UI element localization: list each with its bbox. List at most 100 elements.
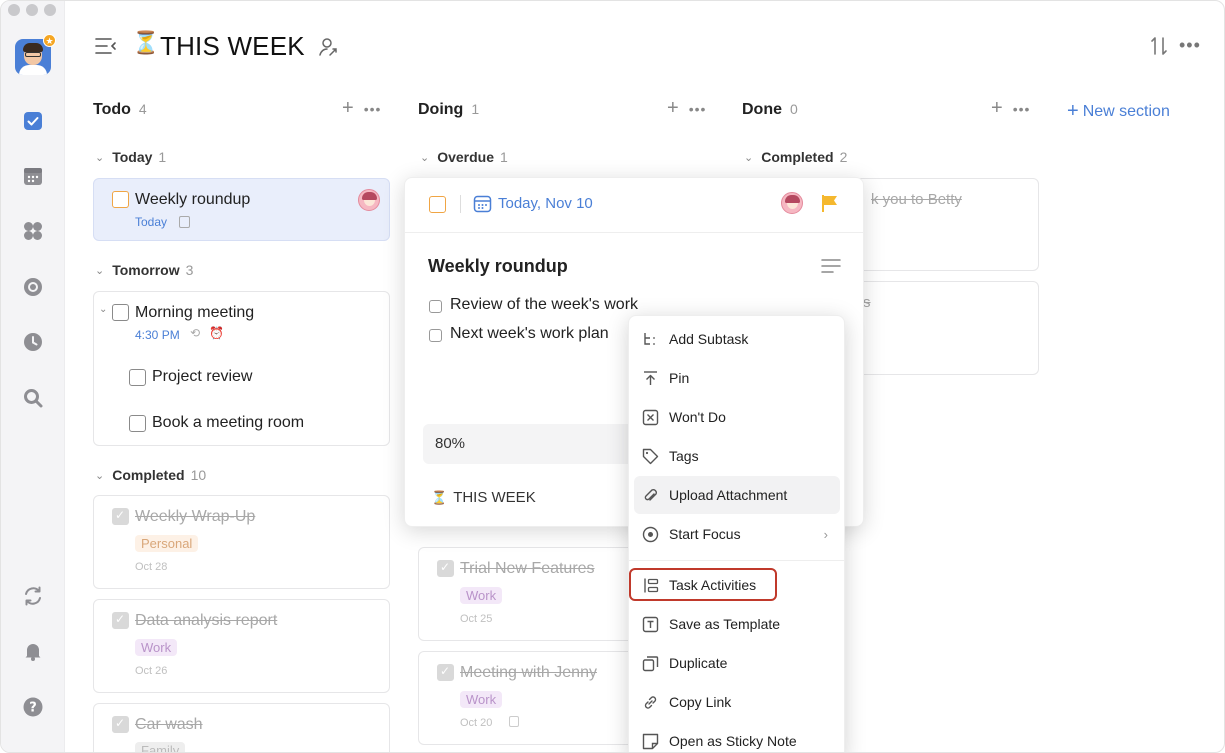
column-more-icon[interactable]: ••• bbox=[1013, 101, 1031, 117]
task-title: Meeting with Jenny bbox=[460, 664, 597, 681]
group-completed-header[interactable]: ⌄ Completed 2 bbox=[744, 149, 847, 165]
app-window: ★ ? ⏳ THIS WEEK ••• Todo 4 + ••• Doing 1… bbox=[0, 0, 1225, 753]
add-task-icon[interactable]: + bbox=[991, 97, 1003, 120]
add-task-icon[interactable]: + bbox=[342, 97, 354, 120]
minimize-window-button[interactable] bbox=[26, 4, 38, 16]
habit-clock-icon[interactable] bbox=[21, 330, 45, 354]
task-tag[interactable]: Work bbox=[135, 639, 178, 656]
subtask-title[interactable]: Next week's work plan bbox=[450, 325, 609, 343]
task-tag[interactable]: Work bbox=[460, 691, 503, 708]
task-context-menu: Add Subtask Pin Won't Do Tags Upload Att… bbox=[628, 315, 845, 752]
column-todo-actions: + ••• bbox=[342, 97, 381, 120]
chevron-down-icon: ⌄ bbox=[744, 152, 754, 164]
task-title: s bbox=[863, 294, 871, 311]
chevron-down-icon: ⌄ bbox=[95, 152, 105, 164]
due-date-button[interactable]: Today, Nov 10 bbox=[498, 195, 593, 212]
chevron-down-icon[interactable]: ⌄ bbox=[99, 304, 107, 315]
group-completed-header[interactable]: ⌄ Completed 10 bbox=[95, 467, 206, 483]
menu-item-save-as-template[interactable]: Save as Template bbox=[634, 605, 840, 643]
task-tag[interactable]: Personal bbox=[135, 535, 199, 552]
task-checkbox[interactable] bbox=[112, 304, 129, 321]
subtask-checkbox[interactable] bbox=[429, 300, 442, 313]
task-checkbox[interactable] bbox=[112, 191, 129, 208]
menu-item-open-as-sticky-note[interactable]: Open as Sticky Note bbox=[634, 722, 840, 752]
menu-item-upload-attachment[interactable]: Upload Attachment bbox=[634, 476, 840, 514]
column-more-icon[interactable]: ••• bbox=[364, 101, 382, 117]
pin-icon bbox=[640, 368, 660, 388]
menu-item-wont-do[interactable]: Won't Do bbox=[634, 398, 840, 436]
task-checkbox[interactable] bbox=[112, 508, 129, 525]
zoom-window-button[interactable] bbox=[44, 4, 56, 16]
subtask-title[interactable]: Review of the week's work bbox=[450, 296, 638, 314]
task-card-weekly-roundup[interactable]: Weekly roundup Today bbox=[93, 178, 390, 241]
close-window-button[interactable] bbox=[8, 4, 20, 16]
alarm-icon: ⏰ bbox=[209, 326, 224, 340]
sidebar: ★ ? bbox=[1, 1, 65, 752]
matrix-icon[interactable] bbox=[21, 219, 45, 243]
task-checkbox-icon[interactable] bbox=[21, 109, 45, 133]
assignee-avatar[interactable] bbox=[781, 192, 803, 214]
task-checkbox[interactable] bbox=[437, 560, 454, 577]
task-detail-title[interactable]: Weekly roundup bbox=[428, 256, 568, 277]
description-icon[interactable] bbox=[821, 258, 841, 274]
task-date: Oct 28 bbox=[135, 561, 168, 573]
subtask-checkbox[interactable] bbox=[429, 329, 442, 342]
column-more-icon[interactable]: ••• bbox=[689, 101, 707, 117]
task-checkbox[interactable] bbox=[437, 664, 454, 681]
wont-do-icon bbox=[640, 407, 660, 427]
assignee-avatar[interactable] bbox=[358, 189, 380, 211]
chevron-right-icon: › bbox=[823, 526, 828, 542]
progress-value: 80% bbox=[435, 435, 466, 452]
help-icon[interactable]: ? bbox=[21, 695, 45, 719]
task-card-completed[interactable]: Data analysis report Work Oct 26 bbox=[93, 599, 390, 693]
task-tag[interactable]: Family bbox=[135, 742, 186, 752]
task-title: Data analysis report bbox=[135, 612, 278, 629]
task-checkbox[interactable] bbox=[112, 612, 129, 629]
task-tag[interactable]: Work bbox=[460, 587, 503, 604]
task-title: k you to Betty bbox=[871, 191, 962, 208]
group-today-header[interactable]: ⌄ Today 1 bbox=[95, 149, 166, 165]
more-options-icon[interactable]: ••• bbox=[1179, 35, 1201, 56]
group-tomorrow-header[interactable]: ⌄ Tomorrow 3 bbox=[95, 262, 193, 278]
menu-item-start-focus[interactable]: Start Focus › bbox=[634, 515, 840, 553]
duplicate-icon bbox=[640, 653, 660, 673]
search-icon[interactable] bbox=[21, 386, 45, 410]
task-title: Trial New Features bbox=[460, 560, 595, 577]
link-icon bbox=[640, 692, 660, 712]
task-time: 4:30 PM bbox=[135, 328, 180, 342]
task-checkbox[interactable] bbox=[429, 196, 446, 213]
task-card-completed[interactable]: Car wash Family bbox=[93, 703, 390, 752]
task-title: Weekly roundup bbox=[135, 191, 251, 208]
priority-flag-icon[interactable] bbox=[820, 193, 840, 213]
sync-icon[interactable] bbox=[21, 584, 45, 608]
menu-item-duplicate[interactable]: Duplicate bbox=[634, 644, 840, 682]
group-overdue-header[interactable]: ⌄ Overdue 1 bbox=[420, 149, 508, 165]
sort-icon[interactable] bbox=[1149, 35, 1169, 57]
calendar-icon[interactable] bbox=[473, 194, 492, 213]
task-checkbox[interactable] bbox=[112, 716, 129, 733]
menu-item-add-subtask[interactable]: Add Subtask bbox=[634, 320, 840, 358]
subtask-checkbox[interactable] bbox=[129, 369, 146, 386]
new-section-button[interactable]: + New section bbox=[1067, 100, 1170, 123]
sidebar-toggle-icon[interactable] bbox=[95, 37, 117, 55]
task-card-completed[interactable]: Weekly Wrap-Up Personal Oct 28 bbox=[93, 495, 390, 589]
task-title: Weekly Wrap-Up bbox=[135, 508, 256, 525]
add-task-icon[interactable]: + bbox=[667, 97, 679, 120]
subtask-title: Book a meeting room bbox=[152, 414, 305, 431]
subtask-checkbox[interactable] bbox=[129, 415, 146, 432]
subtask-icon bbox=[640, 329, 660, 349]
share-user-icon[interactable] bbox=[317, 36, 339, 58]
premium-star-icon: ★ bbox=[43, 34, 56, 47]
menu-item-copy-link[interactable]: Copy Link bbox=[634, 683, 840, 721]
calendar-icon[interactable] bbox=[21, 164, 45, 188]
task-card-morning-meeting[interactable]: ⌄ Morning meeting 4:30 PM ⟲ ⏰ Project re… bbox=[93, 291, 390, 446]
column-todo-header: Todo 4 bbox=[93, 101, 147, 118]
notification-bell-icon[interactable] bbox=[21, 639, 45, 663]
chevron-down-icon: ⌄ bbox=[420, 152, 430, 164]
menu-item-tags[interactable]: Tags bbox=[634, 437, 840, 475]
project-selector[interactable]: ⏳ THIS WEEK bbox=[431, 489, 536, 506]
paperclip-icon bbox=[640, 485, 660, 505]
menu-item-pin[interactable]: Pin bbox=[634, 359, 840, 397]
task-date: Oct 20 bbox=[460, 717, 493, 729]
focus-icon[interactable] bbox=[21, 275, 45, 299]
